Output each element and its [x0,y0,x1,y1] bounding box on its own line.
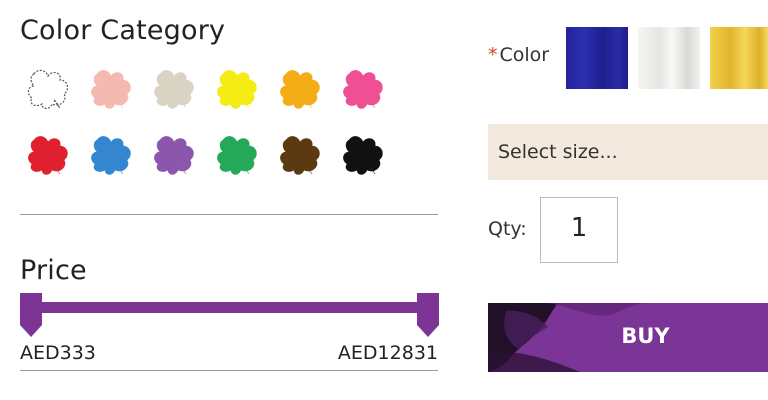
color-category-brown[interactable] [276,132,324,176]
color-category-red[interactable] [24,132,72,176]
color-category-swatches [24,66,404,186]
price-max-handle[interactable] [417,293,439,337]
required-marker: * [488,44,498,66]
divider [20,370,438,371]
price-max-label: AED12831 [337,342,438,364]
color-category-title: Color Category [20,15,226,46]
buy-button[interactable]: BUY [488,303,768,372]
color-category-cream[interactable] [150,66,198,110]
color-category-yellow[interactable] [213,66,261,110]
filter-panel: Color Category Price AED333 AED12831 [20,0,439,400]
color-swatch-gold[interactable] [710,27,768,89]
product-options: * Color Select size... Qty: 1 BUY [488,0,768,400]
color-category-white[interactable] [24,66,72,110]
price-title: Price [20,255,87,286]
color-category-orange[interactable] [276,66,324,110]
quantity-label: Qty: [488,218,527,240]
color-option-label: * Color [488,44,549,66]
color-swatch-white[interactable] [638,27,700,89]
quantity-input[interactable]: 1 [540,197,618,263]
buy-button-label: BUY [621,324,670,348]
color-category-purple[interactable] [150,132,198,176]
size-select[interactable]: Select size... [488,124,768,180]
color-category-blue[interactable] [87,132,135,176]
color-category-hot-pink[interactable] [339,66,387,110]
color-category-black[interactable] [339,132,387,176]
price-min-label: AED333 [20,342,96,364]
color-label-text: Color [499,44,550,66]
color-swatch-royal-blue[interactable] [566,27,628,89]
size-select-placeholder: Select size... [498,141,618,163]
price-min-handle[interactable] [20,293,42,337]
color-category-pink[interactable] [87,66,135,110]
divider [20,214,438,215]
color-category-green[interactable] [213,132,261,176]
price-range-track[interactable] [20,302,438,313]
